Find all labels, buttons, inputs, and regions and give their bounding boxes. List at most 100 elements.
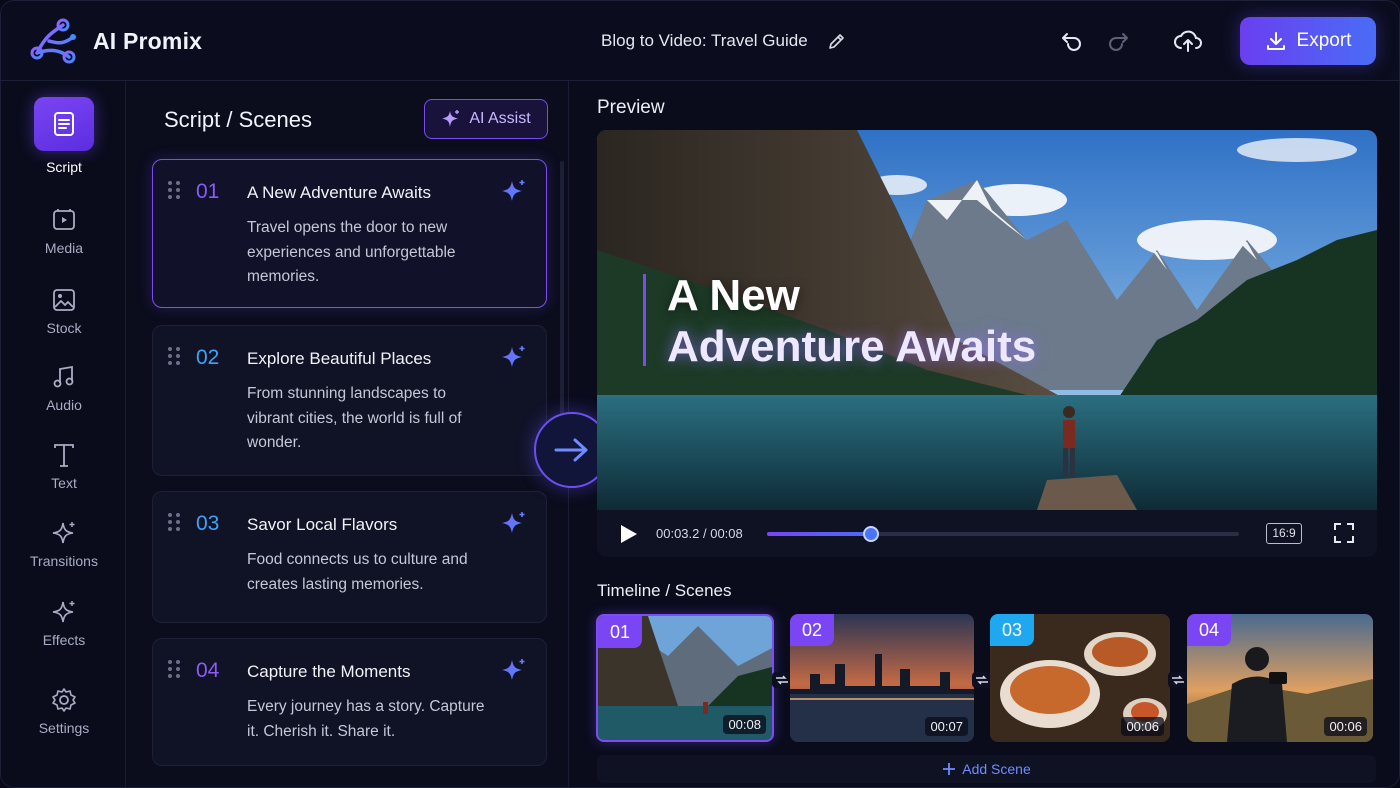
scene-title: Explore Beautiful Places bbox=[247, 349, 432, 368]
timeline-clip[interactable]: 01 00:08 bbox=[596, 614, 774, 742]
cloud-upload-icon[interactable] bbox=[1173, 27, 1203, 55]
overlay-title-line1: A New bbox=[667, 271, 800, 320]
scene-title: Capture the Moments bbox=[247, 662, 411, 681]
scene-number: 04 bbox=[196, 659, 220, 682]
playback-controls: 00:03.2 / 00:08 16:9 bbox=[597, 510, 1377, 557]
clip-duration: 00:08 bbox=[723, 715, 766, 734]
preview-label: Preview bbox=[597, 97, 665, 118]
sparkle-icon bbox=[52, 601, 75, 623]
overlay-title-line2: Adventure Awaits bbox=[667, 322, 1037, 371]
scene-card[interactable]: 01 A New Adventure Awaits Travel opens t… bbox=[152, 159, 547, 308]
scene-card[interactable]: 02 Explore Beautiful Places From stunnin… bbox=[152, 325, 547, 476]
app-window: AI Promix Blog to Video: Travel Guide Ex… bbox=[0, 0, 1400, 788]
sparkle-icon bbox=[52, 522, 75, 544]
sidebar-item-text[interactable]: Text bbox=[15, 441, 113, 491]
logo-icon bbox=[30, 18, 76, 64]
clip-number: 04 bbox=[1187, 614, 1231, 646]
undo-icon[interactable] bbox=[1059, 28, 1085, 54]
play-icon[interactable] bbox=[619, 523, 639, 545]
sidebar-label: Transitions bbox=[30, 553, 98, 569]
pencil-icon[interactable] bbox=[827, 31, 847, 51]
sidebar-item-settings[interactable]: Settings bbox=[15, 686, 113, 736]
playback-time: 00:03.2 / 00:08 bbox=[656, 526, 743, 541]
ai-assist-label: AI Assist bbox=[469, 110, 531, 127]
drag-handle-icon[interactable] bbox=[167, 512, 181, 532]
clip-number: 03 bbox=[990, 614, 1034, 646]
sparkle-icon[interactable] bbox=[500, 510, 528, 538]
sidebar-label: Script bbox=[46, 159, 82, 175]
panel-title: Script / Scenes bbox=[164, 107, 312, 132]
title-accent-bar bbox=[643, 274, 646, 366]
music-note-icon bbox=[53, 365, 74, 388]
script-panel: Script / Scenes AI Assist 01 A New Adven… bbox=[127, 81, 569, 787]
sidebar-item-audio[interactable]: Audio bbox=[15, 363, 113, 413]
image-icon bbox=[53, 289, 75, 311]
timeline-label: Timeline / Scenes bbox=[597, 581, 732, 600]
progress-knob[interactable] bbox=[862, 526, 879, 542]
arrow-right-icon bbox=[554, 438, 588, 462]
media-icon bbox=[53, 209, 75, 230]
drag-handle-icon[interactable] bbox=[167, 346, 181, 366]
scene-body: Food connects us to culture and creates … bbox=[247, 551, 468, 593]
gear-icon bbox=[52, 688, 76, 712]
transition-link-icon[interactable] bbox=[1168, 672, 1188, 688]
clip-duration: 00:06 bbox=[1324, 717, 1367, 736]
sidebar-label: Settings bbox=[38, 720, 90, 736]
download-icon bbox=[1266, 32, 1285, 50]
clip-number: 02 bbox=[790, 614, 834, 646]
sparkle-icon[interactable] bbox=[500, 344, 528, 372]
scene-title: A New Adventure Awaits bbox=[247, 183, 431, 202]
clip-duration: 00:07 bbox=[925, 717, 968, 736]
scene-number: 03 bbox=[196, 512, 220, 535]
timeline-clip[interactable]: 02 00:07 bbox=[790, 614, 974, 742]
sidebar-item-stock[interactable]: Stock bbox=[15, 286, 113, 336]
transition-link-icon[interactable] bbox=[772, 672, 792, 688]
sidebar-label: Effects bbox=[42, 632, 86, 648]
export-label: Export bbox=[1296, 30, 1352, 51]
timeline-clip[interactable]: 04 00:06 bbox=[1187, 614, 1373, 742]
ai-assist-button[interactable]: AI Assist bbox=[424, 99, 548, 139]
redo-icon[interactable] bbox=[1105, 28, 1131, 54]
text-icon bbox=[54, 444, 74, 467]
add-scene-label: Add Scene bbox=[962, 761, 1031, 777]
timeline-clip[interactable]: 03 00:06 bbox=[990, 614, 1170, 742]
sparkle-icon[interactable] bbox=[500, 657, 528, 685]
scene-card[interactable]: 03 Savor Local Flavors Food connects us … bbox=[152, 491, 547, 623]
progress-fill bbox=[767, 532, 871, 536]
scene-number: 02 bbox=[196, 346, 220, 369]
transition-link-icon[interactable] bbox=[972, 672, 992, 688]
sidebar-label: Media bbox=[44, 240, 84, 256]
project-title[interactable]: Blog to Video: Travel Guide bbox=[601, 31, 808, 51]
scene-body: From stunning landscapes to vibrant citi… bbox=[247, 385, 462, 451]
export-button[interactable]: Export bbox=[1240, 17, 1376, 65]
sidebar-label: Audio bbox=[46, 397, 82, 413]
progress-bar[interactable] bbox=[767, 526, 1239, 542]
sidebar-item-effects[interactable]: Effects bbox=[15, 598, 113, 648]
clip-number: 01 bbox=[598, 616, 642, 648]
video-preview[interactable]: A New Adventure Awaits 00:03.2 / 00:08 1… bbox=[597, 130, 1377, 557]
drag-handle-icon[interactable] bbox=[167, 659, 181, 679]
fullscreen-icon[interactable] bbox=[1333, 522, 1355, 544]
document-icon bbox=[54, 112, 74, 136]
sidebar-item-media[interactable]: Media bbox=[15, 206, 113, 256]
sidebar-label: Stock bbox=[46, 320, 82, 336]
sidebar-item-transitions[interactable]: Transitions bbox=[15, 519, 113, 569]
add-scene-button[interactable]: Add Scene bbox=[597, 755, 1376, 783]
sidebar-item-script[interactable]: Script bbox=[15, 97, 113, 175]
scene-body: Every journey has a story. Capture it. C… bbox=[247, 698, 485, 740]
drag-handle-icon[interactable] bbox=[167, 180, 181, 200]
overlay-title[interactable]: A New Adventure Awaits bbox=[667, 270, 1036, 372]
plus-icon bbox=[943, 763, 956, 775]
aspect-ratio-button[interactable]: 16:9 bbox=[1266, 523, 1302, 544]
scene-body: Travel opens the door to new experiences… bbox=[247, 219, 456, 285]
sparkle-icon bbox=[442, 110, 460, 127]
scene-title: Savor Local Flavors bbox=[247, 515, 398, 534]
top-bar: AI Promix Blog to Video: Travel Guide Ex… bbox=[1, 1, 1399, 81]
scene-number: 01 bbox=[196, 180, 220, 203]
sidebar-label: Text bbox=[51, 475, 77, 491]
scrollbar[interactable] bbox=[560, 161, 564, 421]
scene-card[interactable]: 04 Capture the Moments Every journey has… bbox=[152, 638, 547, 766]
sidebar: Script Media Stock Audio Text Transition… bbox=[1, 81, 126, 787]
sparkle-icon[interactable] bbox=[500, 178, 528, 206]
clip-duration: 00:06 bbox=[1121, 717, 1164, 736]
